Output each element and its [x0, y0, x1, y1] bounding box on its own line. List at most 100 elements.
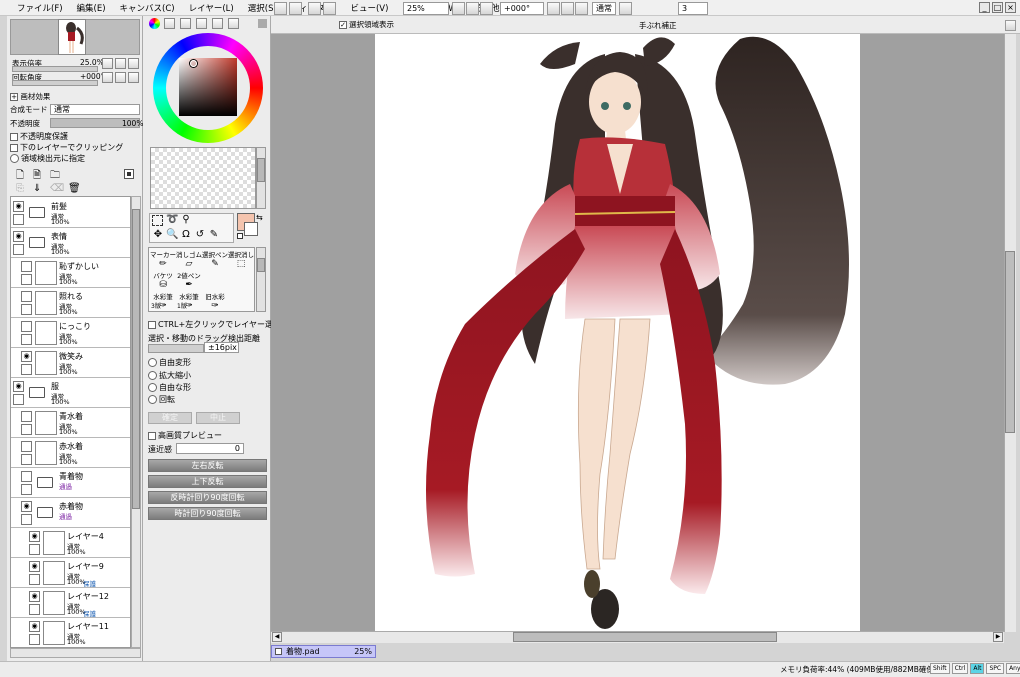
nav-zoom-in-icon[interactable]	[115, 58, 126, 69]
rect-select-icon[interactable]	[152, 215, 163, 226]
visibility-toggle-icon[interactable]: ◉	[21, 351, 32, 362]
nav-rotate-left-icon[interactable]	[102, 72, 113, 83]
layer-lock-checkbox[interactable]	[21, 364, 32, 375]
delete-layer-icon[interactable]: 🗑	[68, 183, 81, 194]
magic-wand-icon[interactable]: ⚲	[180, 214, 192, 226]
layer-folder-row[interactable]: ◉ 赤着物 通過	[11, 499, 130, 528]
preserve-opacity-option[interactable]: 不透明度保護	[10, 131, 68, 142]
visibility-toggle-icon[interactable]: ◉	[29, 531, 40, 542]
layer-row[interactable]: ◉ レイヤー11 通常 100%	[11, 619, 130, 647]
brush-slot[interactable]	[228, 291, 254, 312]
selection-display-checkbox[interactable]: ✓	[339, 20, 347, 29]
confirm-button[interactable]: 確定	[148, 412, 192, 424]
brush-slot[interactable]	[202, 270, 228, 291]
lasso-icon[interactable]: ➰	[166, 214, 178, 226]
rotate-left-icon[interactable]	[547, 2, 560, 15]
brush-slot[interactable]	[228, 270, 254, 291]
brush-slot[interactable]: 水彩筆 ✑ 1版	[176, 291, 202, 312]
zoom-in-icon[interactable]	[452, 2, 465, 15]
canvas-paper[interactable]	[375, 34, 860, 631]
visibility-toggle-icon[interactable]: ◉	[21, 501, 32, 512]
visibility-toggle-icon[interactable]	[21, 291, 32, 302]
rotate-right-icon[interactable]	[561, 2, 574, 15]
rotate-cw-button[interactable]: 時計回り90度回転	[148, 507, 267, 520]
layer-folder-row[interactable]: ◉ 服通常 100%	[11, 379, 130, 408]
layer-lock-checkbox[interactable]	[13, 244, 24, 255]
blend-mode-select[interactable]: 通常	[50, 104, 140, 115]
layer-mask-icon[interactable]	[124, 169, 134, 179]
rotation-select[interactable]: +000°	[500, 2, 544, 15]
layer-folder-row[interactable]: ◉ 前髪 通常 100%	[11, 199, 130, 228]
selection-display-toggle[interactable]: ✓ 選択領域表示	[339, 19, 394, 30]
eyedropper-icon[interactable]: ✎	[208, 229, 220, 241]
layer-lock-checkbox[interactable]	[21, 304, 32, 315]
cancel-button[interactable]: 中止	[196, 412, 240, 424]
brush-slot[interactable]: 選択消し ⬚	[228, 249, 254, 270]
layer-lock-checkbox[interactable]	[29, 604, 40, 615]
visibility-toggle-icon[interactable]: ◉	[29, 561, 40, 572]
drag-detect-field[interactable]: ±16pix	[204, 342, 239, 353]
color-picker-cursor[interactable]	[190, 60, 197, 67]
deselect-icon[interactable]	[289, 2, 302, 15]
layer-row[interactable]: ◉ レイヤー12 通常 100% 保護	[11, 589, 130, 618]
minimize-button[interactable]: _	[979, 2, 990, 13]
ctrl-click-option[interactable]: CTRL+左クリックでレイヤー選択	[148, 319, 281, 330]
brush-slot[interactable]: バケツ ⛁	[150, 270, 176, 291]
zoom-tool-icon[interactable]: 🔍	[166, 229, 178, 241]
clip-lower-checkbox[interactable]	[10, 143, 18, 152]
layer-list-scrollbar[interactable]	[131, 196, 141, 648]
hand-tool-icon[interactable]: Ω	[180, 229, 192, 241]
canvas-horizontal-scroll-thumb[interactable]	[513, 632, 777, 642]
clear-layer-icon[interactable]: ⌫	[50, 183, 64, 194]
rotate-tool-icon[interactable]: ↺	[194, 229, 206, 241]
visibility-toggle-icon[interactable]: ◉	[29, 591, 40, 602]
layer-list-hscroll[interactable]	[10, 648, 141, 658]
sub-color-swatch[interactable]	[244, 222, 258, 236]
saturation-value-square[interactable]	[179, 58, 237, 116]
layer-lock-checkbox[interactable]	[13, 394, 24, 405]
layer-lock-checkbox[interactable]	[21, 484, 32, 495]
layer-folder-row[interactable]: 青着物 通過	[11, 469, 130, 498]
flip-vertical-button[interactable]: 上下反転	[148, 475, 267, 488]
view-mode-select[interactable]: 通常	[592, 2, 616, 15]
layer-row[interactable]: ◉ レイヤー9 通常 100% 保護	[11, 559, 130, 588]
brush-slot[interactable]: 2値ペン ✒	[176, 270, 202, 291]
menu-item[interactable]: レイヤー(L)	[182, 0, 241, 15]
transparent-color-icon[interactable]	[237, 233, 243, 239]
layer-row[interactable]: 赤水着 通常 100%	[11, 439, 130, 468]
rotate-option[interactable]: 回転	[148, 394, 175, 405]
flip-horizontal-button[interactable]: 左右反転	[148, 459, 267, 472]
brush-slot[interactable]: 旧水彩 ✑	[202, 291, 228, 312]
rotation-slider[interactable]	[12, 80, 98, 86]
swatch-tab-icon[interactable]	[196, 18, 207, 29]
layer-row[interactable]: 青水着 通常 100%	[11, 409, 130, 438]
clip-lower-option[interactable]: 下のレイヤーでクリッピング	[10, 142, 123, 153]
selection-source-option[interactable]: 領域検出元に指定	[10, 153, 85, 164]
move-icon[interactable]: ✥	[152, 229, 164, 241]
visibility-toggle-icon[interactable]	[21, 441, 32, 452]
zoom-select[interactable]: 25%	[403, 2, 449, 15]
ctrl-click-checkbox[interactable]	[148, 320, 156, 329]
visibility-toggle-icon[interactable]	[21, 261, 32, 272]
menu-item[interactable]: キャンバス(C)	[113, 0, 182, 15]
layer-lock-checkbox[interactable]	[29, 574, 40, 585]
free-shape-option[interactable]: 自由な形	[148, 382, 191, 393]
hq-preview-option[interactable]: 高画質プレビュー	[148, 430, 222, 441]
visibility-toggle-icon[interactable]	[21, 471, 32, 482]
drag-detect-slider[interactable]	[148, 344, 204, 353]
free-shape-radio[interactable]	[148, 383, 157, 392]
nav-zoom-reset-icon[interactable]	[128, 58, 139, 69]
nav-zoom-out-icon[interactable]	[102, 58, 113, 69]
document-tab[interactable]: 着物.pad 25%	[271, 645, 376, 658]
hq-preview-checkbox[interactable]	[148, 431, 156, 440]
menu-item[interactable]: ビュー(V)	[343, 0, 395, 15]
layer-lock-checkbox[interactable]	[21, 274, 32, 285]
select-all-icon[interactable]	[274, 2, 287, 15]
selection-source-radio[interactable]	[10, 154, 19, 163]
nav-rotate-right-icon[interactable]	[115, 72, 126, 83]
brush-slot[interactable]: マーカー ✏	[150, 249, 176, 270]
layer-row[interactable]: ◉ レイヤー4 通常 100%	[11, 529, 130, 558]
scratch-pad-scrollbar[interactable]	[256, 147, 266, 209]
layer-row[interactable]: 照れる 通常 100%	[11, 289, 130, 318]
scale-option[interactable]: 拡大縮小	[148, 370, 191, 381]
